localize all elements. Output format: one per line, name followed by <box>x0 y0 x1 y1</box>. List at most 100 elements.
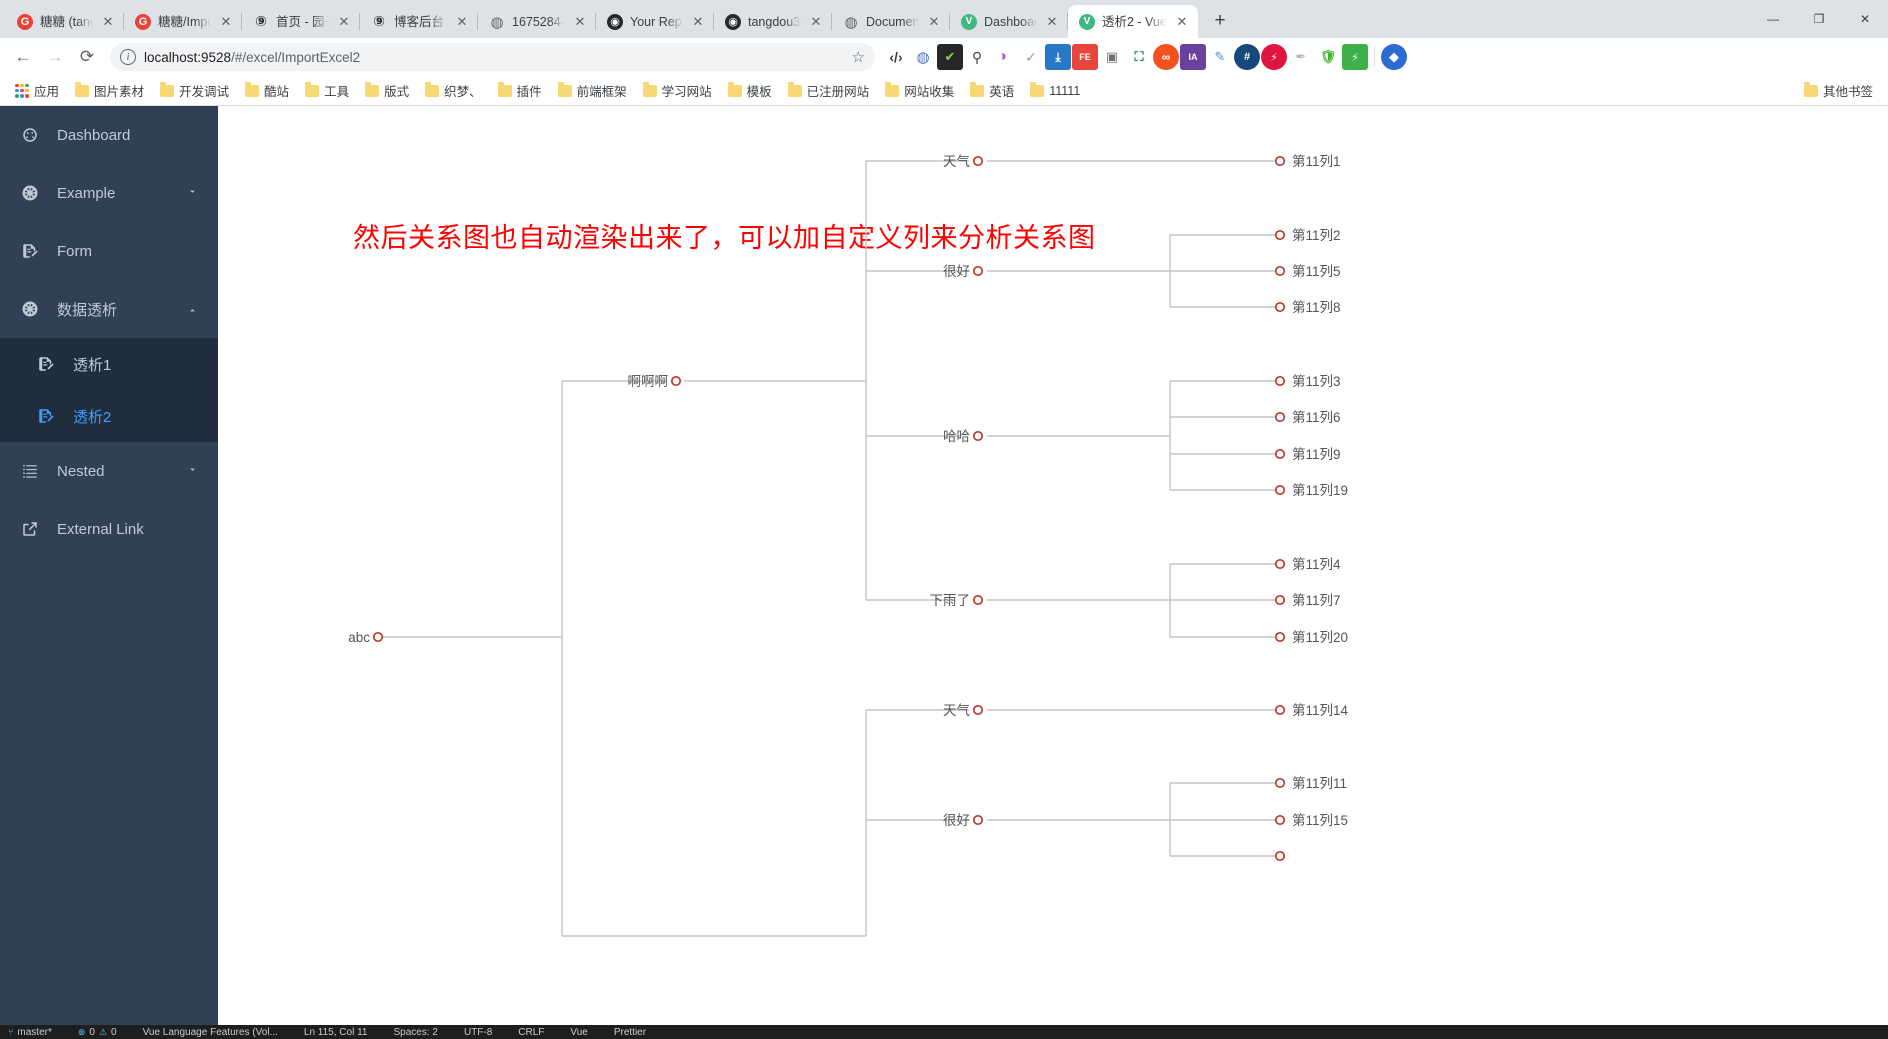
tree-branch-label: 下雨了 <box>930 593 971 608</box>
status-encoding[interactable]: UTF-8 <box>464 1027 492 1038</box>
browser-tab[interactable]: ◍ 1675284-20... ✕ <box>478 5 596 38</box>
close-icon[interactable]: ✕ <box>808 14 824 30</box>
sidebar-item-label: 透析2 <box>73 408 112 426</box>
status-language-service[interactable]: Vue Language Features (Vol... <box>143 1027 278 1038</box>
download-blue-icon[interactable]: ⤓ <box>1045 44 1071 70</box>
back-icon[interactable]: ← <box>8 42 38 72</box>
browser-tab[interactable]: ⑨ 首页 - 园子... ✕ <box>242 5 360 38</box>
status-indentation[interactable]: Spaces: 2 <box>393 1027 437 1038</box>
bookmark-folder[interactable]: 模板 <box>721 78 779 103</box>
infinity-orange-icon[interactable]: ∞ <box>1153 44 1179 70</box>
sidebar-item-dashboard[interactable]: Dashboard <box>0 106 218 164</box>
forward-icon[interactable]: → <box>40 42 70 72</box>
reload-icon[interactable]: ⟳ <box>72 42 102 72</box>
browser-tab[interactable]: V Dashboard ✕ <box>950 5 1068 38</box>
shield-green-icon[interactable]: 🛡 <box>1315 44 1341 70</box>
status-text: Spaces: 2 <box>393 1026 438 1038</box>
tree-node-marker <box>972 155 984 167</box>
profile-avatar-icon[interactable]: ◆ <box>1381 44 1407 70</box>
close-icon[interactable]: ✕ <box>100 14 116 30</box>
close-icon[interactable]: ✕ <box>1174 14 1190 30</box>
bookmark-folder[interactable]: 学习网站 <box>636 78 719 103</box>
close-icon[interactable]: ✕ <box>572 14 588 30</box>
tree-nodes[interactable] <box>372 155 1286 862</box>
close-window-icon[interactable]: ✕ <box>1842 0 1888 38</box>
grey-pen-icon[interactable]: ✒ <box>1288 44 1314 70</box>
bookmark-label: 英语 <box>989 85 1015 99</box>
globe-blue-icon[interactable]: ◍ <box>910 44 936 70</box>
crop-frame-icon[interactable]: ⛶ <box>1126 44 1152 70</box>
relation-tree-chart[interactable]: abc 啊啊啊 天气 很好 哈哈 下雨了 天气 很好 第11列1 第11列2 第… <box>218 106 1888 1036</box>
purple-drop-icon[interactable]: ◗ <box>991 44 1017 70</box>
check-icon[interactable]: ✓ <box>1018 44 1044 70</box>
address-bar[interactable]: i localhost:9528/#/excel/ImportExcel2 ☆ <box>110 43 875 71</box>
other-bookmarks-folder[interactable]: 其他书签 <box>1797 78 1880 103</box>
new-tab-button[interactable]: + <box>1206 7 1234 35</box>
tree-node-marker <box>1274 594 1286 606</box>
sidebar-item-example[interactable]: Example <box>0 164 218 222</box>
status-eol[interactable]: CRLF <box>518 1027 544 1038</box>
browser-tab[interactable]: ◍ Document ✕ <box>832 5 950 38</box>
close-icon[interactable]: ✕ <box>218 14 234 30</box>
tab-title: tangdou36... <box>748 14 801 29</box>
bookmark-folder[interactable]: 开发调试 <box>153 78 236 103</box>
close-icon[interactable]: ✕ <box>926 14 942 30</box>
bookmark-star-icon[interactable]: ☆ <box>852 48 865 66</box>
status-text: 0 <box>89 1026 95 1038</box>
browser-tab[interactable]: G 糖糖 (tangdou3... ✕ <box>6 5 124 38</box>
sidebar-item-nested[interactable]: Nested <box>0 442 218 500</box>
folder-icon <box>642 82 657 97</box>
close-icon[interactable]: ✕ <box>1044 14 1060 30</box>
sidebar-item-form[interactable]: Form <box>0 222 218 280</box>
status-cursor-position[interactable]: Ln 115, Col 11 <box>304 1027 368 1038</box>
browser-tab-active[interactable]: V 透析2 - Vue... ✕ <box>1068 5 1198 38</box>
checkmark-square-icon[interactable]: ✔ <box>937 44 963 70</box>
bookmark-folder[interactable]: 图片素材 <box>68 78 151 103</box>
devtools-code-icon[interactable]: ‹/› <box>883 44 909 70</box>
bookmark-folder[interactable]: 工具 <box>298 78 356 103</box>
tree-branch-label: 天气 <box>943 703 970 718</box>
tree-node-marker <box>1274 814 1286 826</box>
status-git-branch[interactable]: ⑂ master* <box>8 1027 52 1038</box>
sidebar-item-touxi1[interactable]: 透析1 <box>0 338 218 390</box>
tree-branch-label: 很好 <box>943 813 970 828</box>
site-info-icon[interactable]: i <box>120 49 136 65</box>
bookmark-folder[interactable]: 前端框架 <box>551 78 634 103</box>
ia-badge-icon[interactable]: IA <box>1180 44 1206 70</box>
status-file-language[interactable]: Vue <box>570 1027 587 1038</box>
maximize-icon[interactable]: ❐ <box>1796 0 1842 38</box>
sidebar-item-touxi2[interactable]: 透析2 <box>0 390 218 442</box>
browser-tab[interactable]: ◉ Your Reposi... ✕ <box>596 5 714 38</box>
status-formatter[interactable]: Prettier <box>614 1027 646 1038</box>
close-icon[interactable]: ✕ <box>454 14 470 30</box>
close-icon[interactable]: ✕ <box>336 14 352 30</box>
bookmark-folder[interactable]: 版式 <box>358 78 416 103</box>
bookmark-apps[interactable]: 应用 <box>8 78 66 103</box>
eyedropper-icon[interactable]: ⚲ <box>964 44 990 70</box>
camera-icon[interactable]: ▣ <box>1099 44 1125 70</box>
status-errors[interactable]: ⊗ 0 ⚠ 0 <box>78 1027 117 1038</box>
hash-blue-icon[interactable]: # <box>1234 44 1260 70</box>
bolt-red-icon[interactable]: ⚡ <box>1261 44 1287 70</box>
minimize-icon[interactable]: — <box>1750 0 1796 38</box>
bookmark-label: 织梦、 <box>444 85 482 99</box>
browser-tab[interactable]: G 糖糖/ImportE... ✕ <box>124 5 242 38</box>
fe-badge-icon[interactable]: FE <box>1072 44 1098 70</box>
bookmark-folder[interactable]: 已注册网站 <box>781 78 877 103</box>
note-edit-icon[interactable]: ✎ <box>1207 44 1233 70</box>
browser-tab[interactable]: ◉ tangdou36... ✕ <box>714 5 832 38</box>
external-link-icon <box>20 520 39 539</box>
status-text: 0 <box>111 1026 117 1038</box>
bookmark-folder[interactable]: 插件 <box>491 78 549 103</box>
bookmark-folder[interactable]: 酷站 <box>238 78 296 103</box>
sidebar-item-shujutouxi[interactable]: 数据透析 <box>0 280 218 338</box>
bookmark-folder[interactable]: 织梦、 <box>418 78 489 103</box>
bookmark-folder[interactable]: 网站收集 <box>878 78 961 103</box>
close-icon[interactable]: ✕ <box>690 14 706 30</box>
translate-icon[interactable]: ⚡ <box>1342 44 1368 70</box>
bookmark-folder[interactable]: 11111 <box>1023 81 1087 101</box>
sidebar-item-external-link[interactable]: External Link <box>0 500 218 558</box>
tree-node-marker <box>972 594 984 606</box>
browser-tab[interactable]: ⑨ 博客后台 - 博... ✕ <box>360 5 478 38</box>
bookmark-folder[interactable]: 英语 <box>963 78 1021 103</box>
